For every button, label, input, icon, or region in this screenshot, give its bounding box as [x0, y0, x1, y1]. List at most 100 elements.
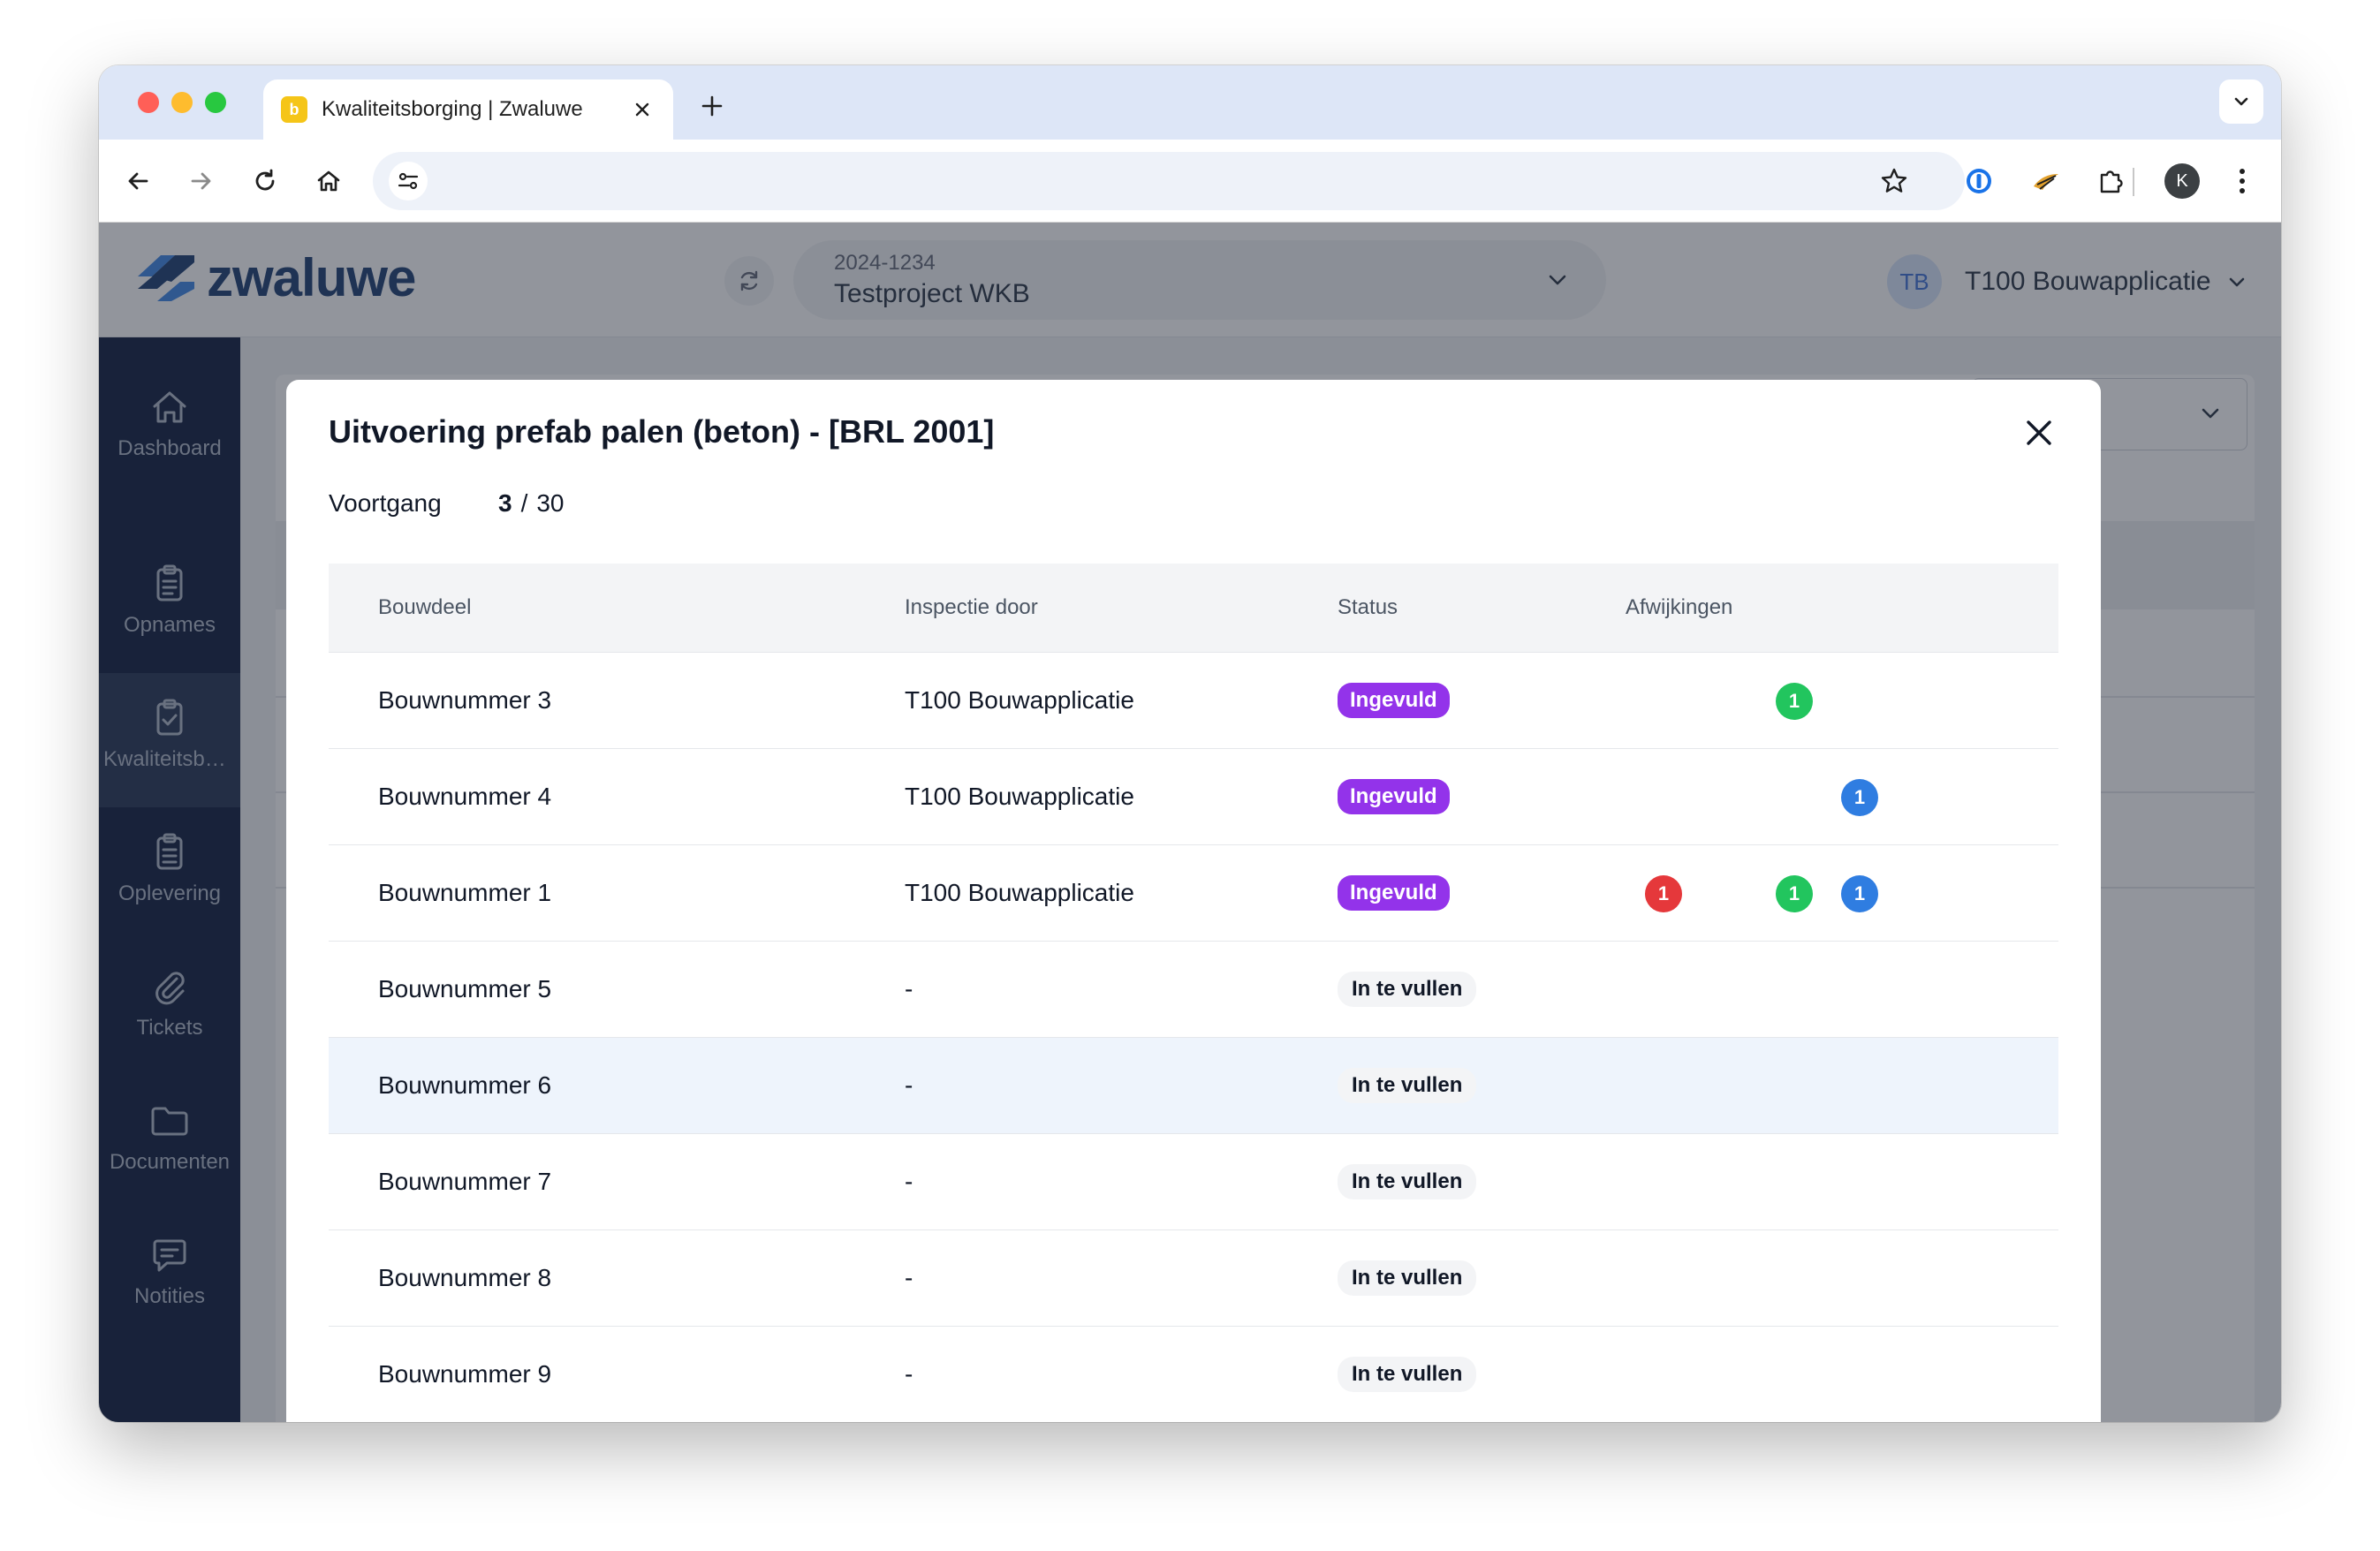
status-cell: In te vullen — [1338, 1260, 1626, 1296]
close-tab-icon[interactable] — [629, 96, 656, 123]
table-row[interactable]: Bouwnummer 5 - In te vullen — [329, 941, 2058, 1037]
bouwdeel-cell: Bouwnummer 6 — [378, 1071, 552, 1099]
maximize-window-button[interactable] — [205, 92, 226, 113]
more-vertical-icon — [2240, 169, 2245, 193]
column-header-afwijkingen: Afwijkingen — [1626, 595, 1733, 619]
back-button[interactable] — [117, 160, 159, 202]
inspectie-cell: - — [905, 1360, 913, 1388]
inspection-modal: Uitvoering prefab palen (beton) - [BRL 2… — [286, 380, 2101, 1422]
status-badge: In te vullen — [1338, 972, 1477, 1007]
progress-summary: Voortgang 3 / 30 — [329, 489, 565, 518]
close-icon — [2027, 420, 2051, 445]
home-button[interactable] — [307, 160, 350, 202]
bouwdeel-cell: Bouwnummer 9 — [378, 1360, 552, 1388]
extension-bird-icon — [2034, 174, 2058, 190]
progress-done: 3 — [498, 489, 512, 517]
status-cell: Ingevuld — [1338, 779, 1626, 814]
status-badge: In te vullen — [1338, 1068, 1477, 1103]
status-cell: In te vullen — [1338, 1357, 1626, 1392]
column-header-bouwdeel: Bouwdeel — [378, 595, 472, 619]
arrow-right-icon — [191, 172, 211, 190]
inspection-table: Bouwdeel Inspectie door Status Afwijking… — [329, 564, 2058, 1422]
table-body: Bouwnummer 3 T100 Bouwapplicatie Ingevuld 1… — [329, 652, 2058, 1422]
status-badge: In te vullen — [1338, 1260, 1477, 1296]
status-cell: In te vullen — [1338, 1164, 1626, 1199]
chevron-down-icon — [2234, 97, 2248, 106]
deviation-count-badge[interactable]: 1 — [1841, 779, 1878, 816]
afwijkingen-cell: 111 — [1626, 845, 2058, 941]
browser-window: b Kwaliteitsborging | Zwaluwe K zwaluwe … — [99, 65, 2281, 1422]
inspectie-cell: - — [905, 1264, 913, 1291]
column-header-inspectie-door: Inspectie door — [905, 595, 1038, 619]
table-row[interactable]: Bouwnummer 7 - In te vullen — [329, 1133, 2058, 1229]
afwijkingen-cell — [1626, 1327, 2058, 1422]
table-header: Bouwdeel Inspectie door Status Afwijking… — [329, 564, 2058, 652]
table-row[interactable]: Bouwnummer 9 - In te vullen — [329, 1326, 2058, 1422]
afwijkingen-cell — [1626, 942, 2058, 1037]
deviation-count-badge[interactable]: 1 — [1776, 683, 1813, 720]
afwijkingen-cell: 1 — [1626, 653, 2058, 748]
address-bar[interactable] — [373, 152, 1965, 210]
progress-total: 30 — [536, 489, 565, 517]
afwijkingen-cell — [1626, 1230, 2058, 1326]
status-badge: Ingevuld — [1338, 779, 1450, 814]
extension-button[interactable] — [2025, 160, 2067, 202]
close-modal-button[interactable] — [2020, 413, 2058, 452]
bouwdeel-cell: Bouwnummer 7 — [378, 1168, 552, 1195]
browser-menu-button[interactable] — [2221, 160, 2263, 202]
status-cell: In te vullen — [1338, 972, 1626, 1007]
progress-separator: / — [520, 489, 528, 517]
home-icon — [317, 170, 340, 192]
tab-search-button[interactable] — [2219, 79, 2263, 124]
bouwdeel-cell: Bouwnummer 4 — [378, 783, 552, 810]
inspectie-cell: - — [905, 1168, 913, 1195]
inspectie-cell: - — [905, 975, 913, 1002]
toolbar-separator — [2133, 168, 2134, 196]
reload-button[interactable] — [244, 160, 286, 202]
inspectie-cell: - — [905, 1071, 913, 1099]
zwaluwe-favicon-icon: b — [281, 96, 307, 123]
profile-avatar: K — [2164, 163, 2200, 199]
status-badge: Ingevuld — [1338, 683, 1450, 718]
close-window-button[interactable] — [138, 92, 159, 113]
bouwdeel-cell: Bouwnummer 1 — [378, 879, 552, 906]
deviation-count-badge[interactable]: 1 — [1776, 875, 1813, 912]
tab-title: Kwaliteitsborging | Zwaluwe — [322, 97, 583, 121]
bouwdeel-cell: Bouwnummer 5 — [378, 975, 552, 1002]
table-row[interactable]: Bouwnummer 4 T100 Bouwapplicatie Ingevuld 1 — [329, 748, 2058, 844]
inspectie-cell: T100 Bouwapplicatie — [905, 879, 1134, 906]
bouwdeel-cell: Bouwnummer 8 — [378, 1264, 552, 1291]
arrow-left-icon — [128, 172, 148, 190]
modal-title: Uitvoering prefab palen (beton) - [BRL 2… — [329, 413, 995, 450]
status-cell: In te vullen — [1338, 1068, 1626, 1103]
forward-button[interactable] — [180, 160, 223, 202]
minimize-window-button[interactable] — [171, 92, 193, 113]
deviation-count-badge[interactable]: 1 — [1841, 875, 1878, 912]
bookmark-star-button[interactable] — [1873, 160, 1915, 202]
inspectie-cell: T100 Bouwapplicatie — [905, 686, 1134, 714]
password-manager-extension[interactable] — [1958, 160, 2000, 202]
app-page: zwaluwe 2024-1234 Testproject WKB TB T10… — [99, 223, 2281, 1422]
status-cell: Ingevuld — [1338, 875, 1626, 911]
table-row[interactable]: Bouwnummer 6 - In te vullen — [329, 1037, 2058, 1133]
deviation-count-badge[interactable]: 1 — [1645, 875, 1682, 912]
table-row[interactable]: Bouwnummer 8 - In te vullen — [329, 1229, 2058, 1326]
password-manager-icon — [1967, 169, 1991, 193]
puzzle-icon — [2100, 170, 2123, 193]
reload-icon — [255, 169, 275, 191]
star-icon — [1881, 168, 1907, 193]
browser-toolbar: K — [99, 140, 2281, 223]
table-row[interactable]: Bouwnummer 1 T100 Bouwapplicatie Ingevuld 1… — [329, 844, 2058, 941]
status-badge: Ingevuld — [1338, 875, 1450, 911]
site-settings-icon[interactable] — [389, 162, 428, 200]
table-row[interactable]: Bouwnummer 3 T100 Bouwapplicatie Ingevuld 1 — [329, 652, 2058, 748]
extensions-button[interactable] — [2090, 160, 2133, 202]
afwijkingen-cell — [1626, 1038, 2058, 1133]
active-tab[interactable]: b Kwaliteitsborging | Zwaluwe — [263, 79, 673, 140]
status-cell: Ingevuld — [1338, 683, 1626, 718]
tab-strip: b Kwaliteitsborging | Zwaluwe — [99, 65, 2281, 140]
profile-button[interactable]: K — [2161, 160, 2203, 202]
inspectie-cell: T100 Bouwapplicatie — [905, 783, 1134, 810]
status-badge: In te vullen — [1338, 1164, 1477, 1199]
new-tab-icon[interactable] — [693, 87, 731, 125]
